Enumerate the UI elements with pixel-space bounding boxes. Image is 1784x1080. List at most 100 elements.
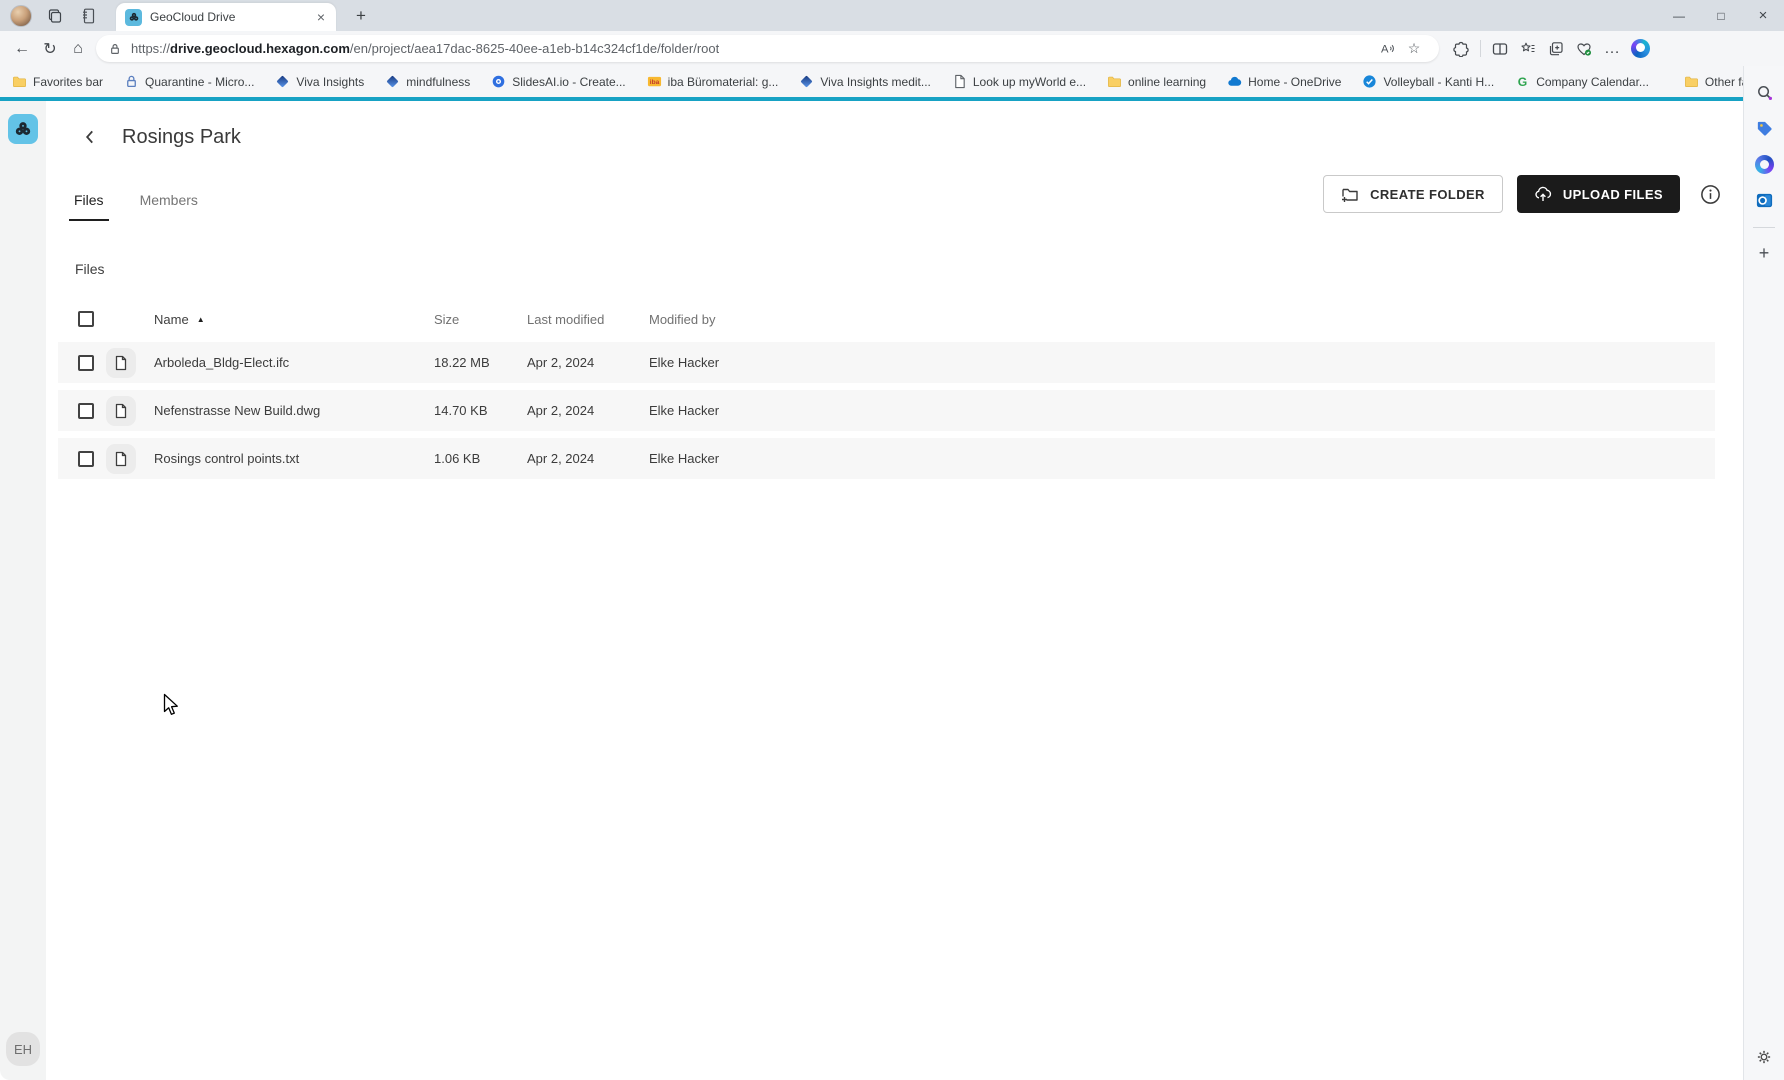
cloud-upload-icon bbox=[1534, 185, 1552, 203]
main-content: Rosings Park Files Members CREATE FOLDER… bbox=[46, 101, 1743, 1080]
home-button[interactable]: ⌂ bbox=[64, 35, 92, 63]
favorites-bar: Favorites bar Quarantine - Micro... Viva… bbox=[0, 66, 1743, 97]
refresh-button[interactable]: ↻ bbox=[36, 35, 64, 63]
cloud-icon bbox=[1227, 74, 1242, 89]
tab-close-icon[interactable]: × bbox=[314, 9, 328, 25]
favorite-item[interactable]: Favorites bar bbox=[12, 74, 103, 89]
table-header-row: Name ▲ Size Last modified Modified by bbox=[58, 304, 1715, 334]
column-header-modified-by[interactable]: Modified by bbox=[649, 312, 1715, 327]
favorite-item[interactable]: mindfulness bbox=[385, 74, 470, 89]
file-modified-by: Elke Hacker bbox=[649, 451, 1715, 466]
sort-ascending-icon: ▲ bbox=[197, 315, 205, 324]
file-last-modified: Apr 2, 2024 bbox=[527, 403, 649, 418]
read-aloud-icon[interactable] bbox=[1375, 36, 1401, 62]
row-checkbox[interactable] bbox=[78, 355, 94, 371]
collections-icon[interactable] bbox=[1542, 35, 1570, 63]
back-chevron-icon[interactable] bbox=[78, 125, 102, 149]
favorite-item[interactable]: Viva Insights medit... bbox=[799, 74, 931, 89]
tab-actions-icon[interactable] bbox=[76, 3, 102, 29]
favorite-item[interactable]: Company Calendar... bbox=[1515, 74, 1649, 89]
tab-members[interactable]: Members bbox=[140, 192, 198, 221]
favorite-item[interactable]: SlidesAI.io - Create... bbox=[491, 74, 625, 89]
sidebar-search-icon[interactable] bbox=[1751, 79, 1777, 105]
folder-plus-icon bbox=[1341, 185, 1359, 203]
mouse-cursor bbox=[163, 693, 183, 722]
create-folder-button[interactable]: CREATE FOLDER bbox=[1323, 175, 1503, 213]
iba-icon bbox=[647, 74, 662, 89]
table-row[interactable]: Arboleda_Bldg-Elect.ifc 18.22 MB Apr 2, … bbox=[58, 342, 1715, 383]
split-screen-icon[interactable] bbox=[1486, 35, 1514, 63]
file-icon bbox=[106, 444, 136, 474]
table-row[interactable]: Nefenstrasse New Build.dwg 14.70 KB Apr … bbox=[58, 390, 1715, 431]
file-name: Arboleda_Bldg-Elect.ifc bbox=[154, 355, 434, 370]
select-all-checkbox[interactable] bbox=[78, 311, 94, 327]
browser-profile-avatar[interactable] bbox=[10, 5, 32, 27]
lock-icon bbox=[124, 74, 139, 89]
tab-files[interactable]: Files bbox=[74, 192, 104, 221]
window-close-button[interactable]: × bbox=[1742, 0, 1784, 31]
geocloud-logo[interactable] bbox=[8, 114, 38, 144]
row-checkbox[interactable] bbox=[78, 451, 94, 467]
microsoft-365-icon[interactable] bbox=[1751, 151, 1777, 177]
tab-strip: GeoCloud Drive × + — □ × bbox=[0, 0, 1784, 31]
page-icon bbox=[952, 74, 967, 89]
table-row[interactable]: Rosings control points.txt 1.06 KB Apr 2… bbox=[58, 438, 1715, 479]
window-minimize-button[interactable]: — bbox=[1658, 0, 1700, 31]
geocloud-page: EH Rosings Park Files Members CREATE FOL… bbox=[0, 101, 1743, 1080]
file-size: 14.70 KB bbox=[434, 403, 527, 418]
file-name: Nefenstrasse New Build.dwg bbox=[154, 403, 434, 418]
copilot-icon[interactable] bbox=[1626, 35, 1654, 63]
folder-icon bbox=[12, 74, 27, 89]
file-icon bbox=[106, 396, 136, 426]
sidebar-add-icon[interactable]: + bbox=[1751, 240, 1777, 266]
edge-sidebar: + bbox=[1743, 66, 1784, 1080]
file-table: Name ▲ Size Last modified Modified by Ar… bbox=[46, 304, 1743, 479]
file-name: Rosings control points.txt bbox=[154, 451, 434, 466]
outlook-icon[interactable] bbox=[1751, 187, 1777, 213]
file-last-modified: Apr 2, 2024 bbox=[527, 355, 649, 370]
favorite-item[interactable]: online learning bbox=[1107, 74, 1206, 89]
g-letter-icon bbox=[1515, 74, 1530, 89]
file-modified-by: Elke Hacker bbox=[649, 355, 1715, 370]
column-header-name[interactable]: Name ▲ bbox=[154, 312, 434, 327]
settings-more-icon[interactable]: … bbox=[1598, 35, 1626, 63]
row-checkbox[interactable] bbox=[78, 403, 94, 419]
window-maximize-button[interactable]: □ bbox=[1700, 0, 1742, 31]
favorite-item[interactable]: Look up myWorld e... bbox=[952, 74, 1086, 89]
column-header-last-modified[interactable]: Last modified bbox=[527, 312, 649, 327]
blue-circle-icon bbox=[491, 74, 506, 89]
back-button[interactable]: ← bbox=[8, 35, 36, 63]
check-circle-icon bbox=[1362, 74, 1377, 89]
address-bar[interactable]: https://drive.geocloud.hexagon.com/en/pr… bbox=[96, 35, 1439, 62]
extensions-icon[interactable] bbox=[1447, 35, 1475, 63]
info-icon[interactable] bbox=[1697, 181, 1723, 207]
favorite-item[interactable]: Quarantine - Micro... bbox=[124, 74, 254, 89]
column-header-size[interactable]: Size bbox=[434, 312, 527, 327]
workspaces-icon[interactable] bbox=[42, 3, 68, 29]
favorite-item[interactable]: Volleyball - Kanti H... bbox=[1362, 74, 1494, 89]
user-avatar[interactable]: EH bbox=[6, 1032, 40, 1066]
shopping-icon[interactable] bbox=[1751, 115, 1777, 141]
favorites-hub-icon[interactable] bbox=[1514, 35, 1542, 63]
folder-icon bbox=[1107, 74, 1122, 89]
diamond-icon bbox=[275, 74, 290, 89]
new-tab-button[interactable]: + bbox=[348, 6, 374, 26]
file-last-modified: Apr 2, 2024 bbox=[527, 451, 649, 466]
sidebar-settings-gear-icon[interactable] bbox=[1751, 1044, 1777, 1070]
favorite-item[interactable]: Home - OneDrive bbox=[1227, 74, 1341, 89]
favorite-star-icon[interactable]: ☆ bbox=[1401, 36, 1427, 62]
browser-tab[interactable]: GeoCloud Drive × bbox=[116, 3, 336, 31]
tab-title: GeoCloud Drive bbox=[150, 10, 314, 24]
page-title: Rosings Park bbox=[122, 126, 241, 149]
favorite-item[interactable]: iba Büromaterial: g... bbox=[647, 74, 779, 89]
files-section-label: Files bbox=[75, 261, 1743, 277]
tabs-row: Files Members CREATE FOLDER UPLOAD FILES bbox=[46, 175, 1743, 221]
favorite-item[interactable]: Viva Insights bbox=[275, 74, 364, 89]
browser-essentials-icon[interactable] bbox=[1570, 35, 1598, 63]
url-text: https://drive.geocloud.hexagon.com/en/pr… bbox=[131, 41, 719, 56]
upload-files-button[interactable]: UPLOAD FILES bbox=[1517, 175, 1680, 213]
file-size: 1.06 KB bbox=[434, 451, 527, 466]
browser-toolbar: ← ↻ ⌂ https://drive.geocloud.hexagon.com… bbox=[0, 31, 1784, 66]
site-lock-icon[interactable] bbox=[108, 42, 122, 56]
diamond-icon bbox=[799, 74, 814, 89]
